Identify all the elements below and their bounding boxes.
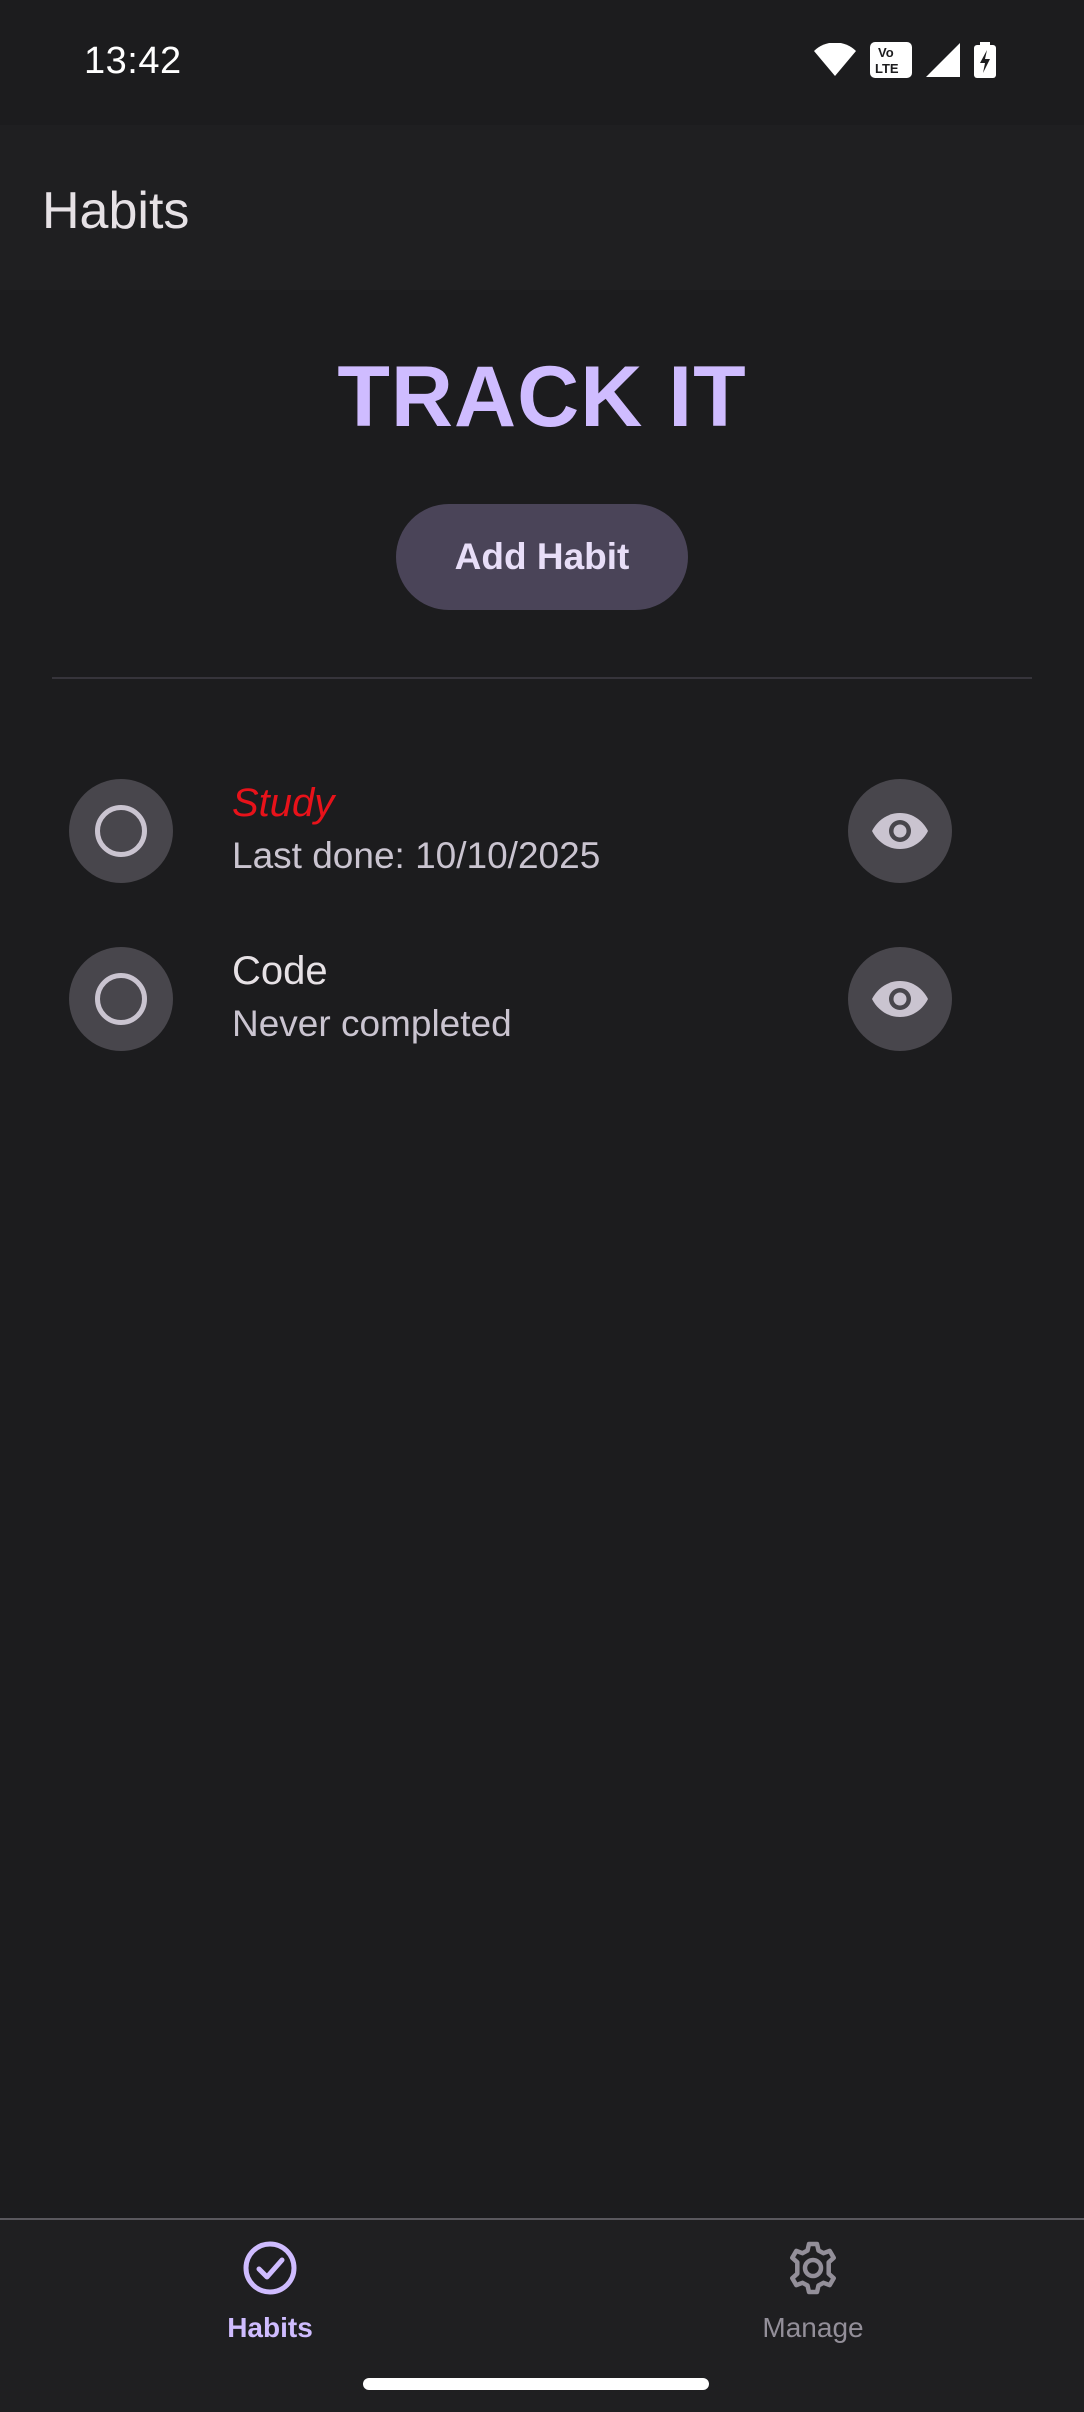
svg-text:LTE: LTE (875, 61, 899, 76)
status-time: 13:42 (84, 40, 182, 82)
page-title: Habits (42, 182, 190, 240)
gear-icon (790, 2241, 836, 2295)
nav-label-manage: Manage (762, 2312, 864, 2343)
radio-unchecked-icon (95, 805, 147, 857)
habit-name[interactable]: Code (232, 949, 328, 994)
signal-icon (926, 43, 960, 77)
complete-habit-button[interactable] (69, 947, 173, 1051)
habit-row: Study Last done: 10/10/2025 (0, 779, 1084, 889)
svg-text:Vo: Vo (878, 45, 894, 60)
view-habit-button[interactable] (848, 947, 952, 1051)
volte-icon: Vo LTE (870, 42, 912, 78)
hero-title: TRACK IT (337, 349, 747, 445)
app-bar: Habits (0, 125, 1084, 290)
habit-status: Last done: 10/10/2025 (232, 835, 601, 876)
complete-habit-button[interactable] (69, 779, 173, 883)
wifi-icon (814, 43, 856, 76)
eye-icon (872, 813, 928, 849)
nav-item-manage[interactable]: Manage (663, 2220, 963, 2370)
status-bar: 13:42 Vo LTE (0, 0, 1084, 125)
nav-item-habits[interactable]: Habits (120, 2220, 420, 2370)
home-indicator[interactable] (363, 2378, 709, 2390)
status-icons: Vo LTE (814, 42, 996, 78)
nav-label-habits: Habits (227, 2312, 313, 2343)
check-circle-icon (243, 2241, 297, 2295)
screen: 13:42 Vo LTE Habits TRACK IT Add Habit S… (0, 0, 1084, 2412)
habit-status: Never completed (232, 1003, 512, 1044)
radio-unchecked-icon (95, 973, 147, 1025)
battery-charging-icon (974, 42, 996, 78)
eye-icon (872, 981, 928, 1017)
view-habit-button[interactable] (848, 779, 952, 883)
add-habit-button[interactable]: Add Habit (396, 504, 688, 610)
divider (52, 677, 1032, 679)
habit-name[interactable]: Study (232, 781, 334, 826)
habit-row: Code Never completed (0, 947, 1084, 1057)
